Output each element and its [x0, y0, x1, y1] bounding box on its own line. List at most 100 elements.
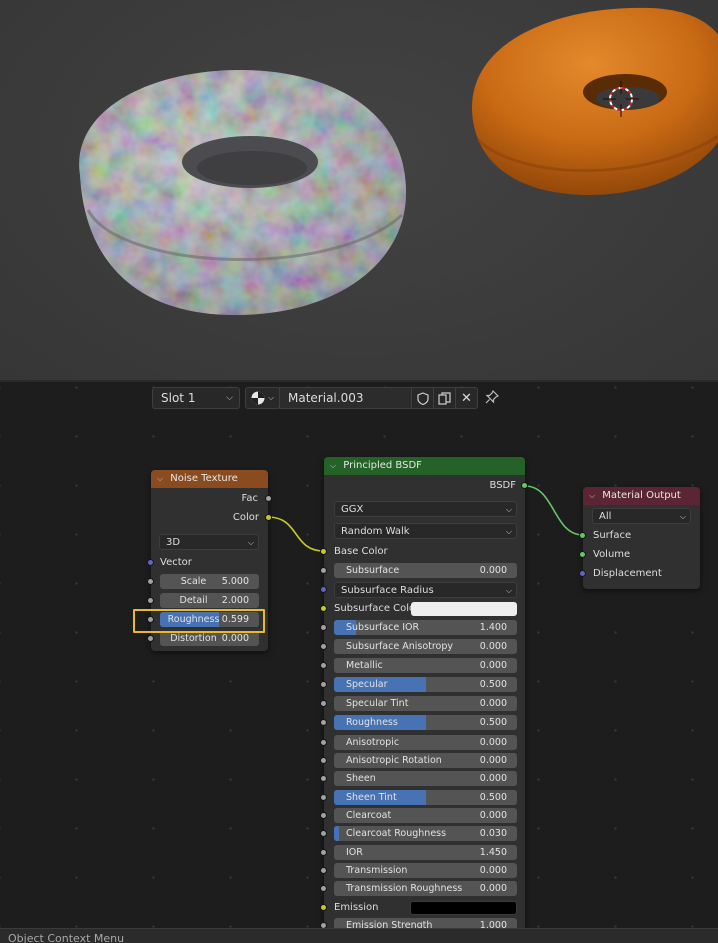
input-bsdf-roughness-socket[interactable] [320, 719, 327, 726]
viewport-scene [79, 7, 718, 315]
bsdf-anisotropic-value: 0.000 [479, 737, 507, 748]
input-bsdf-subsurface-ior-socket[interactable] [320, 624, 327, 631]
distribution-dropdown[interactable]: GGX ⌵ [334, 501, 517, 517]
3d-viewport[interactable] [0, 0, 718, 381]
input-bsdf-anisotropic-rotation-socket[interactable] [320, 757, 327, 764]
input-bsdf-specular-socket[interactable] [320, 681, 327, 688]
bsdf-ior-field[interactable]: IOR 1.450 [334, 845, 517, 860]
target-dropdown[interactable]: All ⌵ [592, 508, 691, 524]
bsdf-subsurface-field[interactable]: Subsurface 0.000 [334, 563, 517, 578]
subsurface-method-dropdown[interactable]: Random Walk ⌵ [334, 523, 517, 539]
input-vector-socket[interactable] [147, 559, 154, 566]
collapse-chevron-icon[interactable]: ⌵ [157, 474, 163, 483]
input-bsdf-specular-tint-socket[interactable] [320, 700, 327, 707]
bsdf-sheen-label: Sheen [346, 773, 376, 784]
bsdf-sheen-tint-field[interactable]: Sheen Tint 0.500 [334, 790, 517, 805]
bsdf-anisotropic-rotation-value: 0.000 [479, 755, 507, 766]
chevron-down-icon: ⌵ [505, 505, 512, 514]
output-fac-socket[interactable] [265, 495, 272, 502]
subsurface-radius-label: Subsurface Radius [341, 585, 434, 596]
material-name: Material.003 [288, 391, 364, 405]
subsurface-color-swatch[interactable] [411, 602, 517, 616]
input-volume-socket[interactable] [579, 551, 586, 558]
bsdf-specular-label: Specular [346, 679, 388, 690]
input-emission-socket[interactable] [320, 904, 327, 911]
node-title: Principled BSDF [343, 460, 422, 471]
bsdf-subsurface-anisotropy-field[interactable]: Subsurface Anisotropy 0.000 [334, 639, 517, 654]
bsdf-clearcoat-roughness-field[interactable]: Clearcoat Roughness 0.030 [334, 826, 517, 841]
input-bsdf-clearcoat-socket[interactable] [320, 812, 327, 819]
input-bsdf-transmission-roughness-socket[interactable] [320, 885, 327, 892]
bsdf-specular-field[interactable]: Specular 0.500 [334, 677, 517, 692]
bsdf-specular-tint-field[interactable]: Specular Tint 0.000 [334, 696, 517, 711]
bsdf-anisotropic-field[interactable]: Anisotropic 0.000 [334, 735, 517, 750]
output-bsdf-socket[interactable] [521, 482, 528, 489]
emission-color-swatch[interactable] [410, 901, 517, 915]
bsdf-transmission-roughness-label: Transmission Roughness [346, 883, 463, 894]
dimensions-dropdown[interactable]: 3D ⌵ [159, 534, 259, 550]
bsdf-subsurface-ior-field[interactable]: Subsurface IOR 1.400 [334, 620, 517, 635]
bsdf-metallic-field[interactable]: Metallic 0.000 [334, 658, 517, 673]
material-sphere-icon [251, 391, 265, 405]
pin-button[interactable] [484, 389, 504, 407]
bsdf-roughness-label: Roughness [346, 717, 398, 728]
input-noise-detail-socket[interactable] [147, 597, 154, 604]
noise-roughness-field[interactable]: Roughness 0.599 [160, 612, 259, 627]
input-bsdf-transmission-socket[interactable] [320, 867, 327, 874]
bsdf-clearcoat-field[interactable]: Clearcoat 0.000 [334, 808, 517, 823]
material-browse-button[interactable]: ⌵ [245, 387, 280, 409]
bsdf-ior-value: 1.450 [479, 847, 507, 858]
input-bsdf-sheen-tint-socket[interactable] [320, 794, 327, 801]
bsdf-specular-tint-label: Specular Tint [346, 698, 409, 709]
bsdf-roughness-field[interactable]: Roughness 0.500 [334, 715, 517, 730]
shield-icon [416, 391, 429, 405]
input-bsdf-subsurface-socket[interactable] [320, 567, 327, 574]
input-noise-scale-socket[interactable] [147, 578, 154, 585]
subsurface-radius-dropdown[interactable]: Subsurface Radius ⌵ [334, 582, 517, 598]
input-displacement-socket[interactable] [579, 570, 586, 577]
input-noise-roughness-socket[interactable] [147, 616, 154, 623]
noise-distortion-field[interactable]: Distortion 0.000 [160, 631, 259, 646]
slot-dropdown[interactable]: Slot 1 ⌵ [152, 387, 240, 409]
output-fac-label: Fac [241, 493, 258, 504]
noise-scale-field[interactable]: Scale 5.000 [160, 574, 259, 589]
input-noise-distortion-socket[interactable] [147, 635, 154, 642]
output-color-socket[interactable] [265, 514, 272, 521]
chevron-down-icon: ⌵ [679, 512, 686, 521]
noise-texture-header[interactable]: ⌵ Noise Texture [151, 470, 268, 488]
input-subsurface-color-socket[interactable] [320, 605, 327, 612]
material-name-field[interactable]: Material.003 [279, 387, 412, 409]
node-title: Material Output [602, 490, 681, 501]
bsdf-subsurface-anisotropy-value: 0.000 [479, 641, 507, 652]
input-base-color-socket[interactable] [320, 548, 327, 555]
duplicate-material-button[interactable] [433, 387, 456, 409]
noise-scale-value: 5.000 [221, 576, 249, 587]
input-bsdf-metallic-socket[interactable] [320, 662, 327, 669]
noise-donut [79, 70, 407, 315]
input-bsdf-sheen-socket[interactable] [320, 775, 327, 782]
noise-detail-field[interactable]: Detail 2.000 [160, 593, 259, 608]
bsdf-anisotropic-rotation-field[interactable]: Anisotropic Rotation 0.000 [334, 753, 517, 768]
fake-user-button[interactable] [411, 387, 434, 409]
principled-bsdf-header[interactable]: ⌵ Principled BSDF [324, 457, 525, 475]
collapse-chevron-icon[interactable]: ⌵ [330, 461, 336, 470]
input-bsdf-subsurface-anisotropy-socket[interactable] [320, 643, 327, 650]
material-output-header[interactable]: ⌵ Material Output [583, 487, 700, 505]
pin-icon [485, 389, 500, 404]
input-surface-socket[interactable] [579, 532, 586, 539]
bsdf-subsurface-anisotropy-label: Subsurface Anisotropy [346, 641, 454, 652]
bsdf-transmission-roughness-field[interactable]: Transmission Roughness 0.000 [334, 881, 517, 896]
bsdf-transmission-field[interactable]: Transmission 0.000 [334, 863, 517, 878]
duplicate-icon [438, 391, 451, 405]
bsdf-sheen-field[interactable]: Sheen 0.000 [334, 771, 517, 786]
bsdf-specular-value: 0.500 [479, 679, 507, 690]
input-bsdf-ior-socket[interactable] [320, 849, 327, 856]
collapse-chevron-icon[interactable]: ⌵ [589, 491, 595, 500]
input-displacement-label: Displacement [593, 568, 662, 579]
input-bsdf-clearcoat-roughness-socket[interactable] [320, 830, 327, 837]
input-bsdf-anisotropic-socket[interactable] [320, 739, 327, 746]
chevron-down-icon: ⌵ [268, 393, 275, 402]
unlink-material-button[interactable]: ✕ [455, 387, 478, 409]
chevron-down-icon: ⌵ [505, 586, 512, 595]
input-subsurface-radius-socket[interactable] [320, 586, 327, 593]
